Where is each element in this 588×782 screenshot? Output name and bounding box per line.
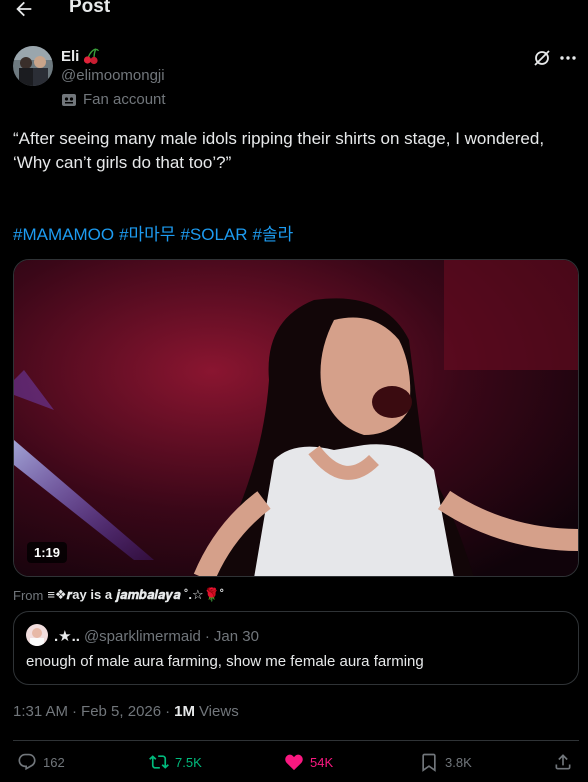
bookmark-count: 3.8K: [445, 754, 472, 770]
meta-separator: ·: [72, 703, 78, 720]
like-icon: [285, 754, 303, 771]
action-bar: 162 7.5K 54K 3.8K: [13, 752, 579, 778]
page-title: Post: [69, 0, 111, 17]
author-handle[interactable]: @elimoomongji: [61, 67, 165, 84]
hashtag-list: #MAMAMOO #마마무 #SOLAR #솔라: [13, 223, 298, 247]
repost-icon: [149, 755, 169, 769]
like-button[interactable]: 54K: [284, 752, 333, 772]
from-label: From: [13, 587, 44, 603]
tweet-text: “After seeing many male idols ripping th…: [13, 127, 573, 175]
post-time[interactable]: 1:31 AM: [13, 703, 68, 720]
hashtag-link[interactable]: #SOLAR: [180, 225, 247, 244]
video-player[interactable]: 1:19: [13, 259, 579, 577]
quote-header: .★.. @sparklimermaid · Jan 30: [54, 627, 259, 646]
tweet-text-line-2: ‘Why can’t girls do that too’?”: [13, 153, 232, 172]
author-display-name[interactable]: Eli: [61, 48, 79, 65]
share-button[interactable]: [553, 752, 573, 772]
quoted-post[interactable]: .★.. @sparklimermaid · Jan 30 enough of …: [13, 611, 579, 685]
reply-icon: [18, 753, 36, 771]
back-arrow-icon[interactable]: [13, 0, 35, 20]
reply-count: 162: [43, 754, 65, 770]
meta-separator: ·: [165, 703, 171, 720]
reply-button[interactable]: 162: [17, 752, 65, 772]
quote-text: enough of male aura farming, show me fem…: [26, 653, 424, 670]
more-icon[interactable]: [558, 48, 578, 68]
like-count: 54K: [310, 754, 334, 770]
tweet-text-line-1: “After seeing many male idols ripping th…: [13, 129, 545, 148]
share-icon: [555, 754, 571, 770]
cherry-icon: [84, 48, 100, 65]
bookmark-button[interactable]: 3.8K: [419, 752, 472, 772]
video-duration: 1:19: [27, 542, 68, 563]
post-date[interactable]: Feb 5, 2026: [81, 703, 161, 720]
fan-account-label: Fan account: [83, 91, 166, 108]
quote-avatar[interactable]: [26, 624, 48, 646]
repost-button[interactable]: 7.5K: [149, 752, 202, 772]
bookmark-icon: [422, 753, 436, 772]
grok-icon[interactable]: [532, 48, 552, 68]
fan-account-badge: Fan account: [61, 91, 166, 108]
author-avatar[interactable]: [13, 46, 53, 86]
repost-count: 7.5K: [175, 754, 202, 770]
divider: [13, 740, 579, 741]
from-attribution[interactable]: From ≡❖𝒓ay is a 𝒋𝒂𝒎𝒃𝒂𝒍𝒂𝒚𝒂 ˚.☆🌹˚: [13, 587, 224, 603]
post-meta: 1:31 AM · Feb 5, 2026 · 1M Views: [13, 703, 239, 720]
quote-author-name[interactable]: .★..: [54, 627, 80, 645]
views-label: Views: [198, 703, 239, 720]
author-name-row[interactable]: Eli: [61, 47, 100, 65]
hashtag-link[interactable]: #솔라: [253, 225, 294, 244]
views-count: 1M: [174, 703, 195, 720]
fan-account-icon: [62, 93, 76, 106]
from-name[interactable]: ≡❖𝒓ay is a 𝒋𝒂𝒎𝒃𝒂𝒍𝒂𝒚𝒂 ˚.☆🌹˚: [47, 587, 224, 603]
quote-author-handle[interactable]: @sparklimermaid: [84, 628, 201, 645]
top-bar: Post: [0, 0, 588, 22]
video-frame: [14, 260, 578, 576]
quote-separator: ·: [204, 627, 210, 645]
hashtag-link[interactable]: #마마무: [119, 225, 175, 244]
hashtag-link[interactable]: #MAMAMOO: [13, 225, 114, 244]
quote-date[interactable]: Jan 30: [214, 628, 259, 645]
